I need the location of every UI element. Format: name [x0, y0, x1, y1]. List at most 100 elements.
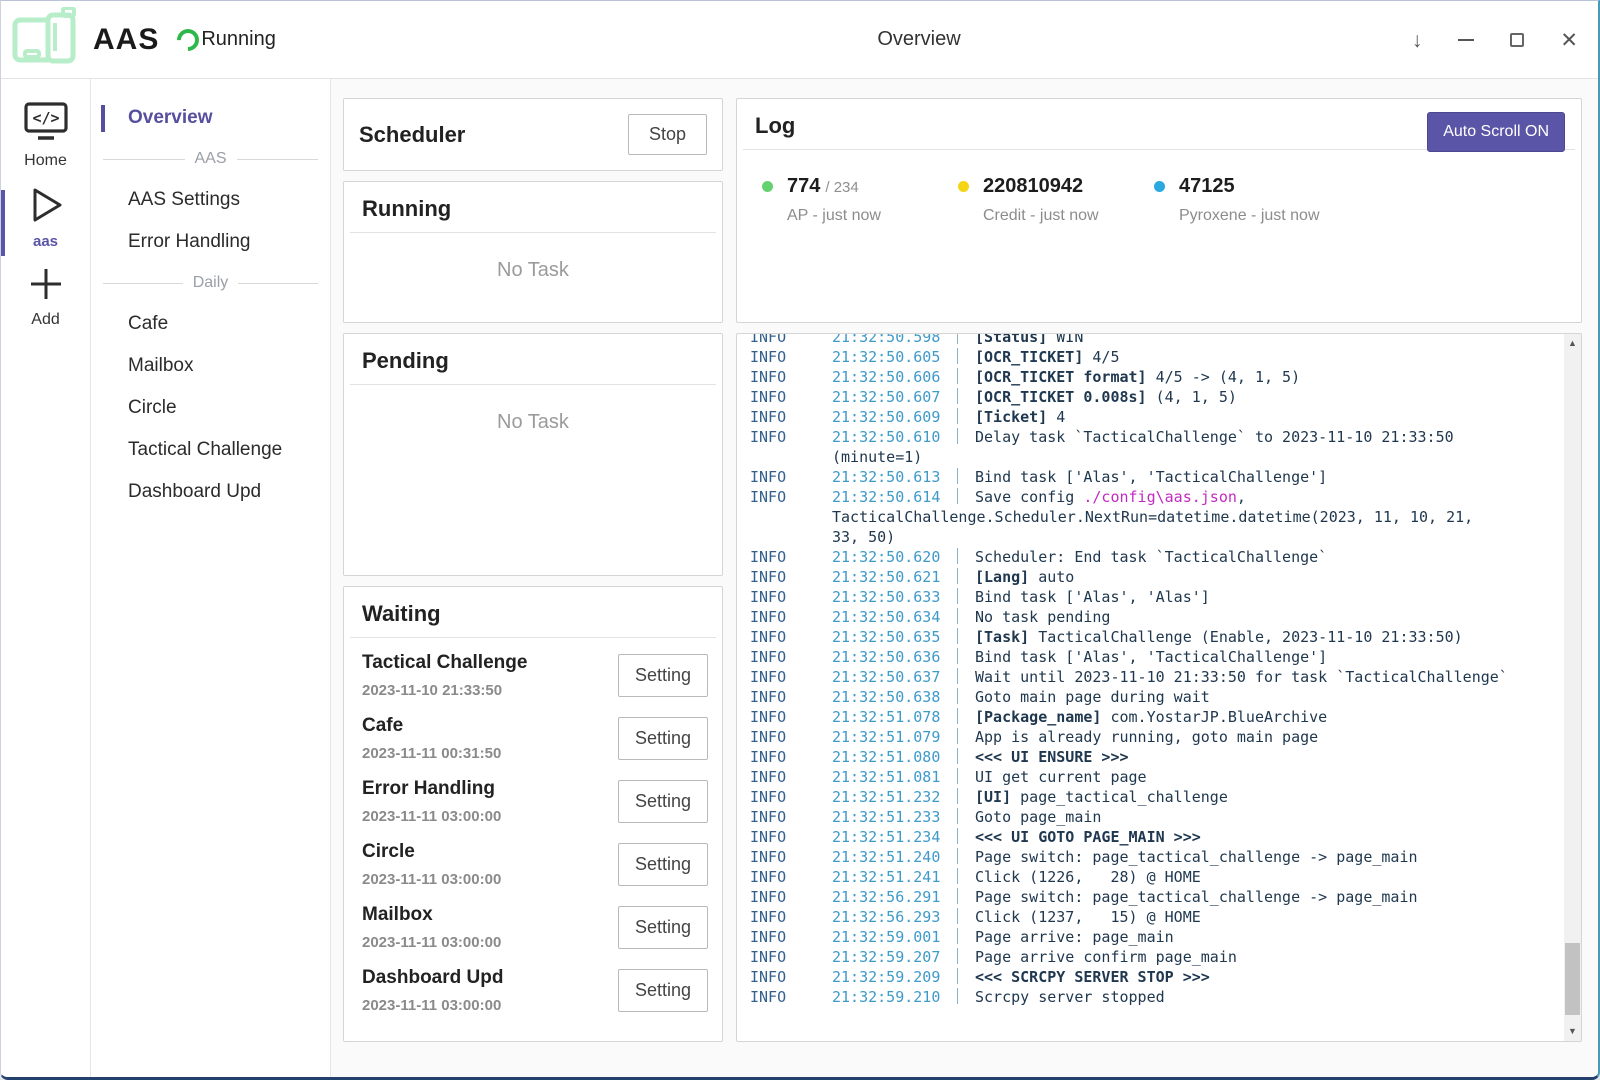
log-message-segment: Page arrive confirm page_main: [975, 948, 1237, 966]
log-console-card: INFO21:32:50.598[Status] WININFO21:32:50…: [736, 333, 1582, 1042]
waiting-setting-button[interactable]: Setting: [618, 654, 708, 697]
sidebar-item-overview[interactable]: Overview: [91, 97, 330, 139]
home-monitor-icon: </>: [22, 130, 70, 147]
sidebar-item-mailbox[interactable]: Mailbox: [91, 345, 330, 387]
scroll-down-icon[interactable]: ▼: [1564, 1023, 1581, 1040]
log-message-segment: Bind task ['Alas', 'Alas']: [975, 588, 1210, 606]
log-level: INFO: [750, 647, 832, 667]
sidebar-item-dashboard-upd[interactable]: Dashboard Upd: [91, 471, 330, 513]
stat-text: 47125Pyroxene - just now: [1179, 175, 1320, 225]
log-timestamp: 21:32:50.635: [832, 627, 957, 647]
auto-scroll-toggle-button[interactable]: Auto Scroll ON: [1427, 112, 1565, 152]
log-timestamp: 21:32:51.232: [832, 787, 957, 807]
log-line: INFO21:32:51.078[Package_name] com.Yosta…: [750, 707, 1564, 727]
maximize-button[interactable]: [1510, 33, 1524, 47]
close-button[interactable]: ✕: [1560, 30, 1578, 51]
log-line: INFO21:32:50.620Scheduler: End task `Tac…: [750, 547, 1564, 567]
scheduler-stop-button[interactable]: Stop: [628, 114, 707, 155]
waiting-item-time: 2023-11-10 21:33:50: [362, 682, 527, 699]
log-separator: [957, 948, 975, 964]
minimize-button[interactable]: [1458, 39, 1474, 41]
stat-ap: 774/ 234AP - just now: [762, 175, 958, 225]
log-message-segment: page_tactical_challenge: [1011, 788, 1228, 806]
log-level: INFO: [750, 787, 832, 807]
log-separator: [957, 828, 975, 844]
waiting-card: Waiting Tactical Challenge2023-11-10 21:…: [343, 586, 723, 1042]
sidebar-item-circle[interactable]: Circle: [91, 387, 330, 429]
rail-item-home[interactable]: </> Home: [1, 101, 90, 170]
log-separator: [957, 768, 975, 784]
rail-item-aas[interactable]: aas: [1, 186, 90, 250]
waiting-item-name: Mailbox: [362, 904, 501, 926]
running-empty-text: No Task: [344, 259, 722, 282]
active-indicator-bar: [1, 190, 5, 256]
log-separator: [957, 688, 975, 704]
sidebar-item-tactical-challenge[interactable]: Tactical Challenge: [91, 429, 330, 471]
log-line: INFO21:32:51.240Page switch: page_tactic…: [750, 847, 1564, 867]
task-sidebar: OverviewAASAAS SettingsError HandlingDai…: [91, 79, 331, 1077]
log-separator: [957, 908, 975, 924]
log-message-segment: UI get current page: [975, 768, 1147, 786]
waiting-item-name: Error Handling: [362, 778, 501, 800]
log-level: INFO: [750, 547, 832, 567]
update-download-icon[interactable]: ↓: [1412, 30, 1423, 51]
log-timestamp: 21:32:59.207: [832, 947, 957, 967]
log-message-segment: <<< SCRCPY SERVER STOP >>>: [975, 968, 1210, 986]
log-message-segment: Page arrive: page_main: [975, 928, 1174, 946]
log-level: INFO: [750, 407, 832, 427]
log-line: (minute=1): [750, 447, 1564, 467]
log-level: INFO: [750, 347, 832, 367]
log-level: INFO: [750, 967, 832, 987]
log-message-segment: TacticalChallenge.Scheduler.NextRun=date…: [832, 508, 1473, 526]
log-scrollbar[interactable]: ▲ ▼: [1564, 334, 1581, 1041]
stat-value: 774/ 234: [787, 175, 881, 198]
sidebar-item-cafe[interactable]: Cafe: [91, 303, 330, 345]
rail-item-add[interactable]: Add: [1, 266, 90, 329]
waiting-setting-button[interactable]: Setting: [618, 780, 708, 823]
scroll-up-icon[interactable]: ▲: [1564, 335, 1581, 352]
log-message-segment: No task pending: [975, 608, 1110, 626]
log-level: INFO: [750, 927, 832, 947]
log-separator: [957, 388, 975, 404]
waiting-item-info: Error Handling 2023-11-11 03:00:00: [362, 778, 501, 825]
pending-title: Pending: [344, 334, 722, 384]
log-line: INFO21:32:50.614Save config ./config\aas…: [750, 487, 1564, 507]
sidebar-item-error-handling[interactable]: Error Handling: [91, 221, 330, 263]
log-line: INFO21:32:59.209<<< SCRCPY SERVER STOP >…: [750, 967, 1564, 987]
log-separator: [957, 728, 975, 744]
log-output[interactable]: INFO21:32:50.598[Status] WININFO21:32:50…: [737, 333, 1564, 1041]
log-level: INFO: [750, 427, 832, 447]
log-message-segment: <<< UI GOTO PAGE_MAIN >>>: [975, 828, 1201, 846]
log-level: INFO: [750, 987, 832, 1007]
log-level: INFO: [750, 467, 832, 487]
log-message-segment: Goto page_main: [975, 808, 1101, 826]
sidebar-item-aas-settings[interactable]: AAS Settings: [91, 179, 330, 221]
running-title: Running: [344, 182, 722, 232]
log-level: INFO: [750, 707, 832, 727]
log-card: Log Auto Scroll ON 774/ 234AP - just now…: [736, 98, 1582, 323]
log-line: INFO21:32:50.621[Lang] auto: [750, 567, 1564, 587]
waiting-item-tactical-challenge: Tactical Challenge2023-11-10 21:33:50Set…: [362, 652, 708, 699]
sidebar-divider-label: AAS: [195, 150, 227, 168]
waiting-setting-button[interactable]: Setting: [618, 717, 708, 760]
log-line: INFO21:32:50.613Bind task ['Alas', 'Tact…: [750, 467, 1564, 487]
log-separator: [957, 968, 975, 984]
pending-card: Pending No Task: [343, 333, 723, 576]
plus-icon: [28, 289, 64, 306]
waiting-setting-button[interactable]: Setting: [618, 906, 708, 949]
log-message-segment: App is already running, goto main page: [975, 728, 1318, 746]
log-level: INFO: [750, 607, 832, 627]
log-level: INFO: [750, 767, 832, 787]
stat-credit: 220810942Credit - just now: [958, 175, 1154, 225]
log-separator: [957, 588, 975, 604]
log-level: INFO: [750, 587, 832, 607]
waiting-item-time: 2023-11-11 03:00:00: [362, 808, 501, 825]
log-message-segment: ,: [1237, 488, 1246, 506]
log-line: INFO21:32:50.606[OCR_TICKET format] 4/5 …: [750, 367, 1564, 387]
waiting-setting-button[interactable]: Setting: [618, 843, 708, 886]
log-line: INFO21:32:51.234<<< UI GOTO PAGE_MAIN >>…: [750, 827, 1564, 847]
log-line: INFO21:32:59.001Page arrive: page_main: [750, 927, 1564, 947]
scrollbar-thumb[interactable]: [1565, 943, 1580, 1015]
waiting-setting-button[interactable]: Setting: [618, 969, 708, 1012]
log-level: INFO: [750, 567, 832, 587]
